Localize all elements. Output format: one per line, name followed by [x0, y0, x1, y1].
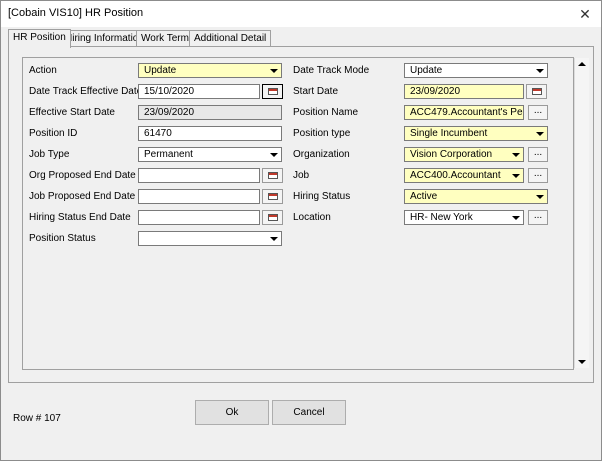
date-track-effective-date-calendar-button[interactable] — [262, 84, 283, 99]
chevron-down-icon[interactable] — [267, 64, 281, 77]
window-title: [Cobain VIS10] HR Position — [8, 7, 144, 19]
tab-hr-position[interactable]: HR Position — [8, 29, 71, 48]
job-proposed-end-date-label: Job Proposed End Date — [29, 191, 136, 202]
calendar-icon — [268, 193, 278, 200]
position-type-value: Single Incumbent — [410, 128, 488, 139]
job-type-select[interactable]: Permanent — [138, 147, 282, 162]
organization-value: Vision Corporation — [410, 149, 493, 160]
position-type-label: Position type — [293, 128, 351, 139]
form-area: Action Update Date Track Effective Date 15/… — [22, 57, 574, 370]
job-label: Job — [293, 170, 310, 181]
calendar-icon — [268, 214, 278, 221]
date-track-effective-date-field[interactable]: 15/10/2020 — [138, 84, 260, 99]
calendar-icon — [268, 88, 278, 95]
job-lookup-button[interactable]: ... — [528, 168, 548, 183]
position-type-select[interactable]: Single Incumbent — [404, 126, 548, 141]
hiring-status-value: Active — [410, 191, 438, 202]
org-proposed-end-date-calendar-button[interactable] — [262, 168, 283, 183]
action-label: Action — [29, 65, 57, 76]
start-date-calendar-button[interactable] — [526, 84, 547, 99]
org-proposed-end-date-label: Org Proposed End Date — [29, 170, 136, 181]
job-select[interactable]: ACC400.Accountant — [404, 168, 524, 183]
chevron-down-icon[interactable] — [509, 169, 523, 182]
effective-start-date-label: Effective Start Date — [29, 107, 115, 118]
position-name-field[interactable]: ACC479.Accountant's Peon — [404, 105, 524, 120]
chevron-down-icon[interactable] — [533, 190, 547, 203]
date-track-mode-value: Update — [410, 65, 443, 76]
position-status-label: Position Status — [29, 233, 96, 244]
date-track-mode-select[interactable]: Update — [404, 63, 548, 78]
org-proposed-end-date-field[interactable] — [138, 168, 260, 183]
scroll-down-icon[interactable] — [578, 360, 586, 364]
chevron-down-icon[interactable] — [267, 232, 281, 245]
hiring-status-end-date-calendar-button[interactable] — [262, 210, 283, 225]
chevron-down-icon[interactable] — [509, 148, 523, 161]
job-proposed-end-date-calendar-button[interactable] — [262, 189, 283, 204]
location-select[interactable]: HR- New York — [404, 210, 524, 225]
tab-panel: Action Update Date Track Effective Date 15/… — [8, 46, 594, 383]
organization-lookup-button[interactable]: ... — [528, 147, 548, 162]
effective-start-date-field[interactable]: 23/09/2020 — [138, 105, 282, 120]
organization-label: Organization — [293, 149, 350, 160]
hiring-status-select[interactable]: Active — [404, 189, 548, 204]
chevron-down-icon[interactable] — [533, 64, 547, 77]
location-label: Location — [293, 212, 331, 223]
position-id-value: 61470 — [144, 128, 172, 139]
position-id-label: Position ID — [29, 128, 78, 139]
job-type-label: Job Type — [29, 149, 70, 160]
position-name-value: ACC479.Accountant's Peon — [410, 107, 524, 118]
start-date-field[interactable]: 23/09/2020 — [404, 84, 524, 99]
location-lookup-button[interactable]: ... — [528, 210, 548, 225]
calendar-icon — [268, 172, 278, 179]
cancel-button[interactable]: Cancel — [272, 400, 346, 425]
ok-button[interactable]: Ok — [195, 400, 269, 425]
chevron-down-icon[interactable] — [509, 211, 523, 224]
title-bar: [Cobain VIS10] HR Position ✕ — [1, 1, 601, 27]
position-name-label: Position Name — [293, 107, 359, 118]
chevron-down-icon[interactable] — [267, 148, 281, 161]
close-icon[interactable]: ✕ — [573, 2, 597, 26]
position-id-field[interactable]: 61470 — [138, 126, 282, 141]
job-proposed-end-date-field[interactable] — [138, 189, 260, 204]
chevron-down-icon[interactable] — [533, 127, 547, 140]
action-select[interactable]: Update — [138, 63, 282, 78]
start-date-label: Start Date — [293, 86, 339, 97]
vertical-scrollbar[interactable] — [574, 58, 589, 368]
scroll-up-icon[interactable] — [578, 62, 586, 66]
hiring-status-end-date-field[interactable] — [138, 210, 260, 225]
position-status-select[interactable] — [138, 231, 282, 246]
position-name-lookup-button[interactable]: ... — [528, 105, 548, 120]
start-date-value: 23/09/2020 — [410, 86, 461, 97]
job-type-value: Permanent — [144, 149, 193, 160]
row-number-label: Row # 107 — [13, 413, 61, 424]
hiring-status-end-date-label: Hiring Status End Date — [29, 212, 131, 223]
hiring-status-label: Hiring Status — [293, 191, 351, 202]
date-track-mode-label: Date Track Mode — [293, 65, 370, 76]
organization-select[interactable]: Vision Corporation — [404, 147, 524, 162]
job-value: ACC400.Accountant — [410, 170, 501, 181]
tab-additional-detail[interactable]: Additional Detail — [189, 30, 272, 47]
hr-position-dialog: [Cobain VIS10] HR Position ✕ HR Position… — [0, 0, 602, 461]
date-track-effective-date-value: 15/10/2020 — [144, 86, 195, 97]
date-track-effective-date-label: Date Track Effective Date — [29, 86, 143, 97]
action-value: Update — [144, 65, 177, 76]
effective-start-date-value: 23/09/2020 — [144, 107, 195, 118]
calendar-icon — [532, 88, 542, 95]
location-value: HR- New York — [410, 212, 473, 223]
